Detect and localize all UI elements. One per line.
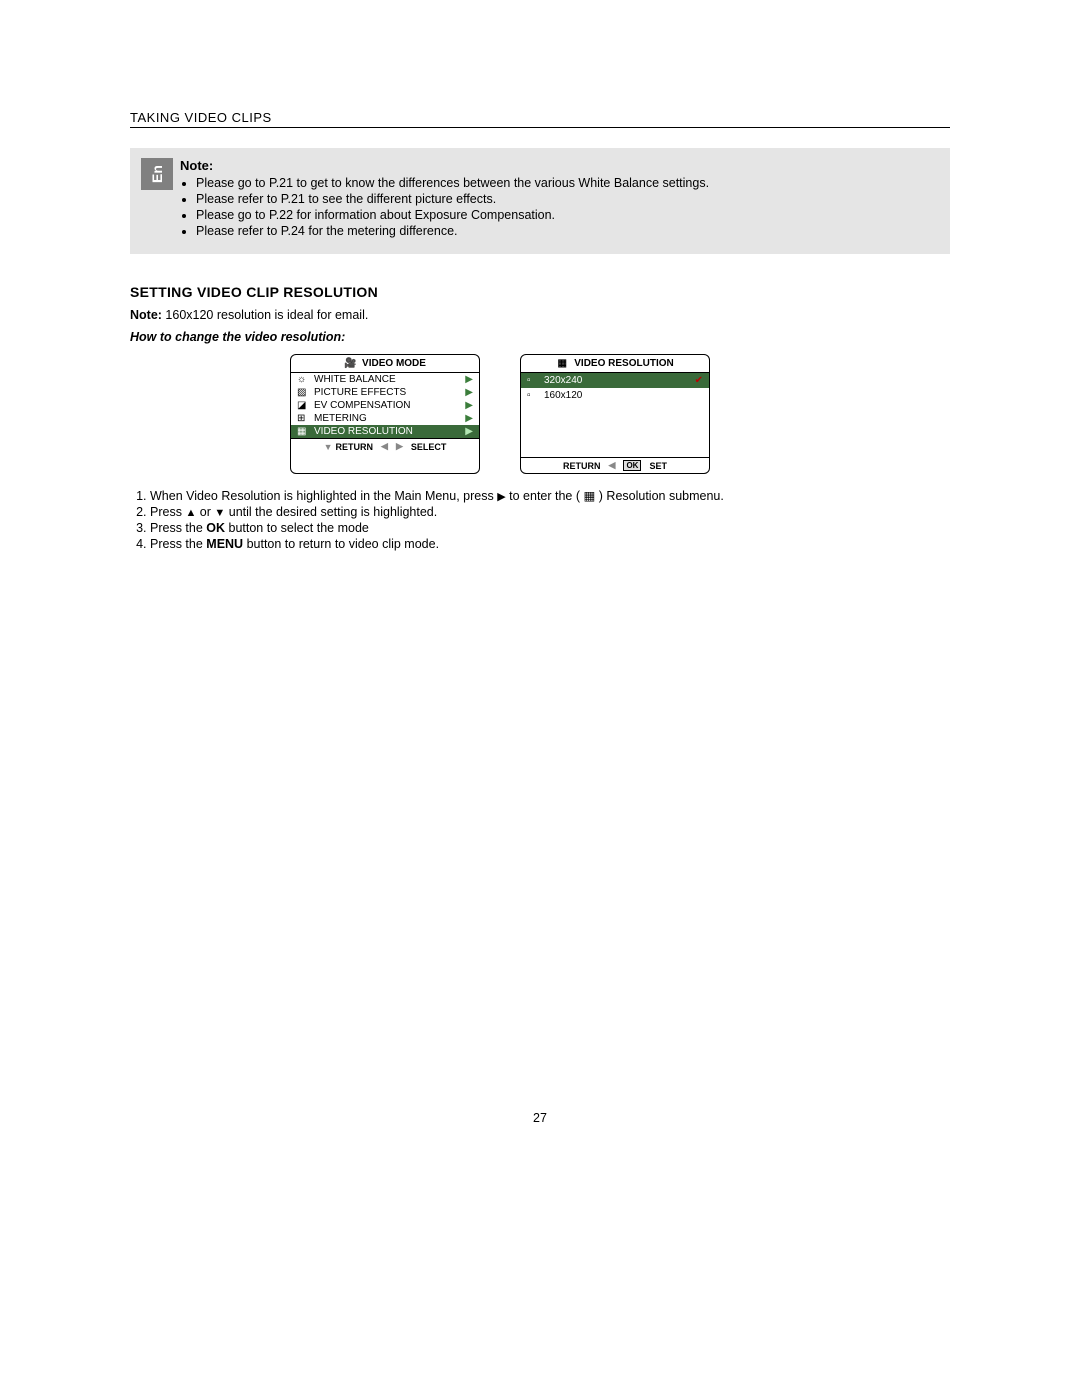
resolution-row-320x240: ▫ 320x240 ✔ [521, 373, 709, 388]
triangle-left-icon: ◀ [381, 441, 388, 452]
chevron-right-icon: ▶ [465, 426, 473, 437]
step-text: Press [150, 505, 185, 519]
section-title: TAKING VIDEO CLIPS [130, 110, 950, 128]
steps-list: When Video Resolution is highlighted in … [130, 488, 950, 551]
note-line: Note: 160x120 resolution is ideal for em… [130, 308, 950, 322]
resolution-label: 160x120 [544, 390, 582, 401]
step-item: Press the OK button to select the mode [150, 521, 950, 535]
note-item: Please go to P.22 for information about … [196, 208, 936, 222]
step-text: Press the [150, 521, 206, 535]
triangle-right-icon: ▶ [497, 491, 505, 503]
note-block: En Note: Please go to P.21 to get to kno… [130, 148, 950, 254]
menu-label: PICTURE EFFECTS [314, 387, 460, 398]
step-text: button to select the mode [225, 521, 369, 535]
return-hint: RETURN [563, 461, 601, 471]
step-item: When Video Resolution is highlighted in … [150, 488, 950, 503]
chevron-right-icon: ▶ [465, 400, 473, 411]
select-label: SELECT [411, 442, 447, 452]
return-label: RETURN [563, 461, 601, 471]
resolution-label: 320x240 [544, 375, 582, 386]
page-number: 27 [130, 1111, 950, 1125]
triangle-down-icon: ▼ [324, 442, 333, 452]
resolution-glyph-icon: ▦ [584, 489, 596, 503]
step-text: to enter the ( [506, 489, 584, 503]
res-small-icon: ▫ [527, 376, 539, 386]
video-mode-panel: 🎥 VIDEO MODE ☼ WHITE BALANCE ▶ ▨ PICTURE… [290, 354, 480, 474]
return-label: RETURN [336, 442, 374, 452]
step-text: Press the [150, 537, 206, 551]
note-list: Please go to P.21 to get to know the dif… [180, 176, 936, 238]
triangle-up-icon: ▲ [185, 507, 196, 519]
chevron-right-icon: ▶ [465, 374, 473, 385]
menu-label: WHITE BALANCE [314, 374, 460, 385]
note-item: Please go to P.21 to get to know the dif… [196, 176, 936, 190]
panel-footer: RETURN ◀ OK SET [521, 457, 709, 473]
menu-row-metering: ⊞ METERING ▶ [291, 412, 479, 425]
menu-row-video-resolution: ▦ VIDEO RESOLUTION ▶ [291, 425, 479, 438]
ok-icon: OK [623, 460, 641, 471]
resolution-row-160x120: ▫ 160x120 [521, 388, 709, 403]
menu-label: METERING [314, 413, 460, 424]
note-item: Please refer to P.24 for the metering di… [196, 224, 936, 238]
triangle-down-icon: ▼ [214, 507, 225, 519]
chevron-right-icon: ▶ [465, 387, 473, 398]
panel-title-text: VIDEO MODE [362, 358, 426, 369]
step-text: or [196, 505, 214, 519]
menu-row-white-balance: ☼ WHITE BALANCE ▶ [291, 373, 479, 386]
step-text: button to return to video clip mode. [243, 537, 439, 551]
triangle-right-icon: ▶ [396, 441, 403, 452]
step-item: Press ▲ or ▼ until the desired setting i… [150, 505, 950, 519]
res-small-icon: ▫ [527, 391, 539, 401]
chevron-right-icon: ▶ [465, 413, 473, 424]
metering-icon: ⊞ [297, 414, 309, 424]
language-tab: En [141, 158, 173, 190]
menu-row-picture-effects: ▨ PICTURE EFFECTS ▶ [291, 386, 479, 399]
video-mode-icon: 🎥 [344, 359, 356, 369]
check-icon: ✔ [695, 375, 703, 386]
panel-title: ▦ VIDEO RESOLUTION [521, 355, 709, 373]
menu-row-ev-compensation: ◪ EV COMPENSATION ▶ [291, 399, 479, 412]
step-text: When Video Resolution is highlighted in … [150, 489, 497, 503]
ok-button-label: OK [206, 521, 225, 535]
step-text: until the desired setting is highlighted… [225, 505, 437, 519]
note-prefix: Note: [130, 308, 162, 322]
menu-button-label: MENU [206, 537, 243, 551]
menu-label: EV COMPENSATION [314, 400, 460, 411]
subsection-heading: SETTING VIDEO CLIP RESOLUTION [130, 284, 950, 300]
panel-footer: ▼RETURN ◀ ▶ SELECT [291, 438, 479, 454]
note-item: Please refer to P.21 to see the differen… [196, 192, 936, 206]
note-body: 160x120 resolution is ideal for email. [162, 308, 368, 322]
video-resolution-panel: ▦ VIDEO RESOLUTION ▫ 320x240 ✔ ▫ 160x120… [520, 354, 710, 474]
triangle-left-icon: ◀ [609, 460, 616, 471]
ev-icon: ◪ [297, 401, 309, 411]
picture-effects-icon: ▨ [297, 388, 309, 398]
set-label: SET [649, 461, 667, 471]
resolution-icon: ▦ [556, 359, 568, 369]
note-label: Note: [180, 158, 936, 173]
howto-label: How to change the video resolution: [130, 330, 950, 344]
step-text: ) Resolution submenu. [595, 489, 724, 503]
return-hint: ▼RETURN [324, 442, 373, 452]
panel-title-text: VIDEO RESOLUTION [574, 358, 673, 369]
white-balance-icon: ☼ [297, 375, 309, 385]
menu-label: VIDEO RESOLUTION [314, 426, 460, 437]
menu-panels: 🎥 VIDEO MODE ☼ WHITE BALANCE ▶ ▨ PICTURE… [290, 354, 950, 474]
resolution-icon: ▦ [297, 427, 309, 437]
panel-title: 🎥 VIDEO MODE [291, 355, 479, 373]
step-item: Press the MENU button to return to video… [150, 537, 950, 551]
